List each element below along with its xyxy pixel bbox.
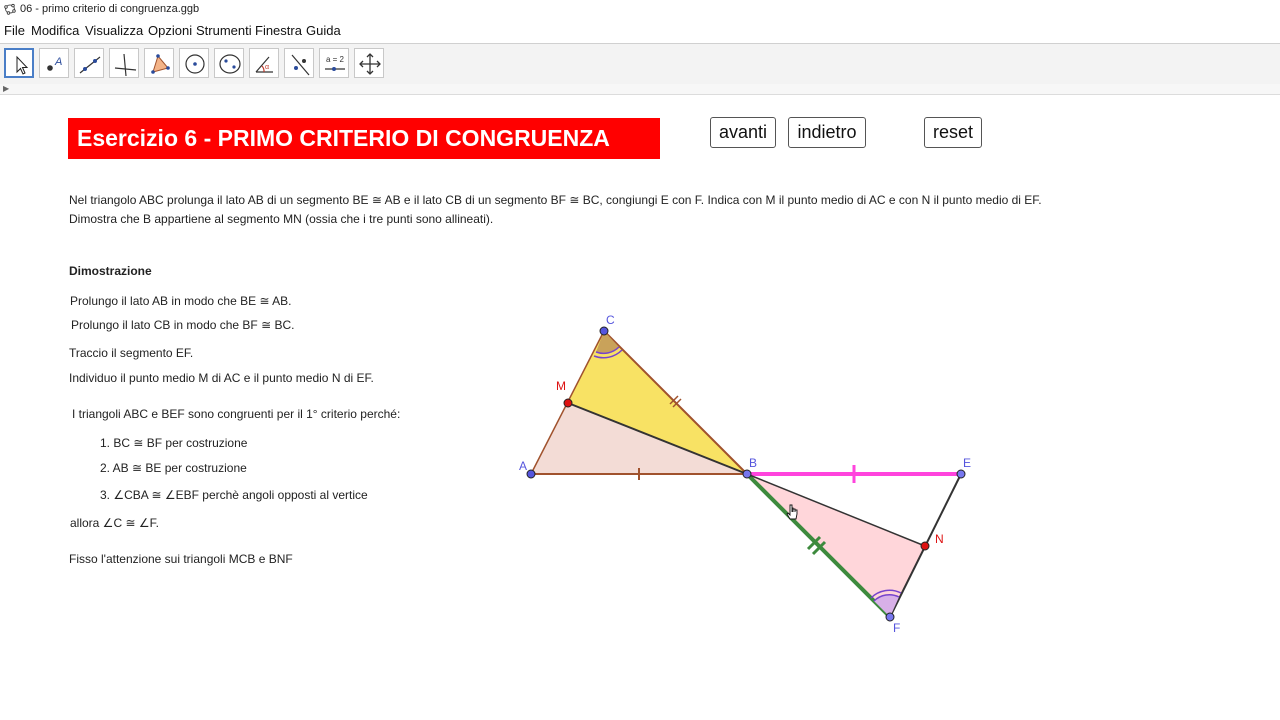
triangle-bnf (747, 474, 925, 617)
point-f[interactable] (885, 612, 895, 622)
label-a: A (519, 459, 527, 473)
label-b: B (749, 456, 757, 470)
label-f: F (893, 621, 900, 635)
point-a[interactable] (526, 469, 536, 479)
point-n[interactable] (920, 541, 930, 551)
point-m[interactable] (563, 398, 573, 408)
label-e: E (963, 456, 971, 470)
geometry-figure: A C B E F M N (519, 313, 971, 635)
point-b[interactable] (742, 469, 752, 479)
label-c: C (606, 313, 615, 327)
label-n: N (935, 532, 944, 546)
label-m: M (556, 379, 566, 393)
point-c[interactable] (599, 326, 609, 336)
point-e[interactable] (956, 469, 966, 479)
